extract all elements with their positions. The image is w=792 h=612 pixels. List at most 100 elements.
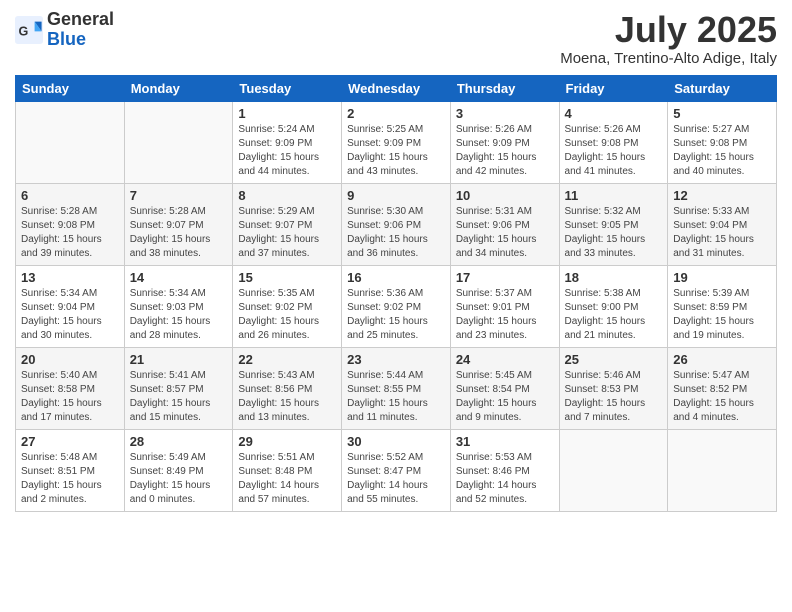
day-number: 13 [21, 270, 119, 285]
calendar-week-row: 20Sunrise: 5:40 AMSunset: 8:58 PMDayligh… [16, 347, 777, 429]
table-row: 19Sunrise: 5:39 AMSunset: 8:59 PMDayligh… [668, 265, 777, 347]
day-info: Sunrise: 5:33 AMSunset: 9:04 PMDaylight:… [673, 205, 771, 261]
table-row: 30 Sunrise: 5:52 AMSunset: 8:47 PMDayligh… [342, 429, 451, 511]
day-info: Sunrise: 5:49 AMSunset: 8:49 PMDaylight:… [130, 451, 228, 507]
day-info: Sunrise: 5:25 AMSunset: 9:09 PMDaylight:… [347, 123, 445, 179]
day-number: 23 [347, 352, 445, 367]
day-info: Sunrise: 5:43 AMSunset: 8:56 PMDaylight:… [238, 369, 336, 425]
day-number: 20 [21, 352, 119, 367]
day-number: 16 [347, 270, 445, 285]
table-row: 13 Sunrise: 5:34 AMSunset: 9:04 PMDayligh… [16, 265, 125, 347]
col-friday: Friday [559, 75, 668, 101]
day-number: 14 [130, 270, 228, 285]
month-title: July 2025 [560, 10, 777, 50]
day-info: Sunrise: 5:45 AMSunset: 8:54 PMDaylight:… [456, 369, 554, 425]
day-number: 26 [673, 352, 771, 367]
table-row: 21Sunrise: 5:41 AMSunset: 8:57 PMDayligh… [124, 347, 233, 429]
calendar-table: Sunday Monday Tuesday Wednesday Thursday… [15, 75, 777, 512]
calendar-week-row: 27 Sunrise: 5:48 AMSunset: 8:51 PMDayligh… [16, 429, 777, 511]
day-number: 4 [565, 106, 663, 121]
day-number: 2 [347, 106, 445, 121]
day-info: Sunrise: 5:46 AMSunset: 8:53 PMDaylight:… [565, 369, 663, 425]
svg-text:G: G [19, 24, 29, 38]
table-row: 22 Sunrise: 5:43 AMSunset: 8:56 PMDayligh… [233, 347, 342, 429]
col-saturday: Saturday [668, 75, 777, 101]
col-thursday: Thursday [450, 75, 559, 101]
day-info: Sunrise: 5:29 AMSunset: 9:07 PMDaylight:… [238, 205, 336, 261]
day-number: 27 [21, 434, 119, 449]
day-number: 10 [456, 188, 554, 203]
table-row: 18Sunrise: 5:38 AMSunset: 9:00 PMDayligh… [559, 265, 668, 347]
day-info: Sunrise: 5:38 AMSunset: 9:00 PMDaylight:… [565, 287, 663, 343]
day-info: Sunrise: 5:36 AMSunset: 9:02 PMDaylight:… [347, 287, 445, 343]
table-row: 8 Sunrise: 5:29 AMSunset: 9:07 PMDaylight… [233, 183, 342, 265]
day-info: Sunrise: 5:52 AMSunset: 8:47 PMDaylight:… [347, 451, 445, 507]
day-number: 15 [238, 270, 336, 285]
day-info: Sunrise: 5:32 AMSunset: 9:05 PMDaylight:… [565, 205, 663, 261]
day-info: Sunrise: 5:28 AMSunset: 9:07 PMDaylight:… [130, 205, 228, 261]
day-number: 7 [130, 188, 228, 203]
day-number: 11 [565, 188, 663, 203]
day-number: 12 [673, 188, 771, 203]
day-info: Sunrise: 5:44 AMSunset: 8:55 PMDaylight:… [347, 369, 445, 425]
day-number: 28 [130, 434, 228, 449]
table-row: 20Sunrise: 5:40 AMSunset: 8:58 PMDayligh… [16, 347, 125, 429]
table-row: 24Sunrise: 5:45 AMSunset: 8:54 PMDayligh… [450, 347, 559, 429]
col-wednesday: Wednesday [342, 75, 451, 101]
page-header: G General Blue July 2025 Moena, Trentino… [15, 10, 777, 67]
table-row: 16 Sunrise: 5:36 AMSunset: 9:02 PMDayligh… [342, 265, 451, 347]
table-row: 26 Sunrise: 5:47 AMSunset: 8:52 PMDayligh… [668, 347, 777, 429]
logo-icon: G [15, 16, 43, 44]
table-row [16, 101, 125, 183]
table-row: 12 Sunrise: 5:33 AMSunset: 9:04 PMDayligh… [668, 183, 777, 265]
table-row: 3Sunrise: 5:26 AMSunset: 9:09 PMDaylight… [450, 101, 559, 183]
calendar-header-row: Sunday Monday Tuesday Wednesday Thursday… [16, 75, 777, 101]
title-block: July 2025 Moena, Trentino-Alto Adige, It… [560, 10, 777, 67]
day-number: 1 [238, 106, 336, 121]
table-row: 4Sunrise: 5:26 AMSunset: 9:08 PMDaylight… [559, 101, 668, 183]
day-number: 5 [673, 106, 771, 121]
day-number: 25 [565, 352, 663, 367]
table-row: 5 Sunrise: 5:27 AMSunset: 9:08 PMDaylight… [668, 101, 777, 183]
day-number: 21 [130, 352, 228, 367]
table-row: 15Sunrise: 5:35 AMSunset: 9:02 PMDayligh… [233, 265, 342, 347]
table-row: 11 Sunrise: 5:32 AMSunset: 9:05 PMDayligh… [559, 183, 668, 265]
table-row: 27 Sunrise: 5:48 AMSunset: 8:51 PMDayligh… [16, 429, 125, 511]
table-row: 1Sunrise: 5:24 AMSunset: 9:09 PMDaylight… [233, 101, 342, 183]
day-info: Sunrise: 5:34 AMSunset: 9:04 PMDaylight:… [21, 287, 119, 343]
day-number: 22 [238, 352, 336, 367]
day-number: 6 [21, 188, 119, 203]
day-number: 9 [347, 188, 445, 203]
table-row: 2 Sunrise: 5:25 AMSunset: 9:09 PMDaylight… [342, 101, 451, 183]
logo-blue-text: Blue [47, 29, 86, 49]
day-info: Sunrise: 5:34 AMSunset: 9:03 PMDaylight:… [130, 287, 228, 343]
table-row: 6 Sunrise: 5:28 AMSunset: 9:08 PMDaylight… [16, 183, 125, 265]
day-info: Sunrise: 5:51 AMSunset: 8:48 PMDaylight:… [238, 451, 336, 507]
table-row: 25 Sunrise: 5:46 AMSunset: 8:53 PMDayligh… [559, 347, 668, 429]
table-row [559, 429, 668, 511]
day-info: Sunrise: 5:53 AMSunset: 8:46 PMDaylight:… [456, 451, 554, 507]
day-info: Sunrise: 5:27 AMSunset: 9:08 PMDaylight:… [673, 123, 771, 179]
calendar-week-row: 6 Sunrise: 5:28 AMSunset: 9:08 PMDaylight… [16, 183, 777, 265]
day-number: 17 [456, 270, 554, 285]
table-row: 10 Sunrise: 5:31 AMSunset: 9:06 PMDayligh… [450, 183, 559, 265]
table-row: 23 Sunrise: 5:44 AMSunset: 8:55 PMDayligh… [342, 347, 451, 429]
calendar-week-row: 1Sunrise: 5:24 AMSunset: 9:09 PMDaylight… [16, 101, 777, 183]
day-info: Sunrise: 5:48 AMSunset: 8:51 PMDaylight:… [21, 451, 119, 507]
day-info: Sunrise: 5:31 AMSunset: 9:06 PMDaylight:… [456, 205, 554, 261]
day-number: 31 [456, 434, 554, 449]
day-number: 30 [347, 434, 445, 449]
table-row: 28 Sunrise: 5:49 AMSunset: 8:49 PMDayligh… [124, 429, 233, 511]
day-info: Sunrise: 5:47 AMSunset: 8:52 PMDaylight:… [673, 369, 771, 425]
day-number: 8 [238, 188, 336, 203]
logo-general-text: General [47, 9, 114, 29]
day-number: 3 [456, 106, 554, 121]
table-row: 31 Sunrise: 5:53 AMSunset: 8:46 PMDayligh… [450, 429, 559, 511]
calendar-week-row: 13 Sunrise: 5:34 AMSunset: 9:04 PMDayligh… [16, 265, 777, 347]
table-row: 7 Sunrise: 5:28 AMSunset: 9:07 PMDaylight… [124, 183, 233, 265]
day-info: Sunrise: 5:28 AMSunset: 9:08 PMDaylight:… [21, 205, 119, 261]
table-row: 17Sunrise: 5:37 AMSunset: 9:01 PMDayligh… [450, 265, 559, 347]
table-row: 29Sunrise: 5:51 AMSunset: 8:48 PMDayligh… [233, 429, 342, 511]
day-number: 19 [673, 270, 771, 285]
table-row [668, 429, 777, 511]
